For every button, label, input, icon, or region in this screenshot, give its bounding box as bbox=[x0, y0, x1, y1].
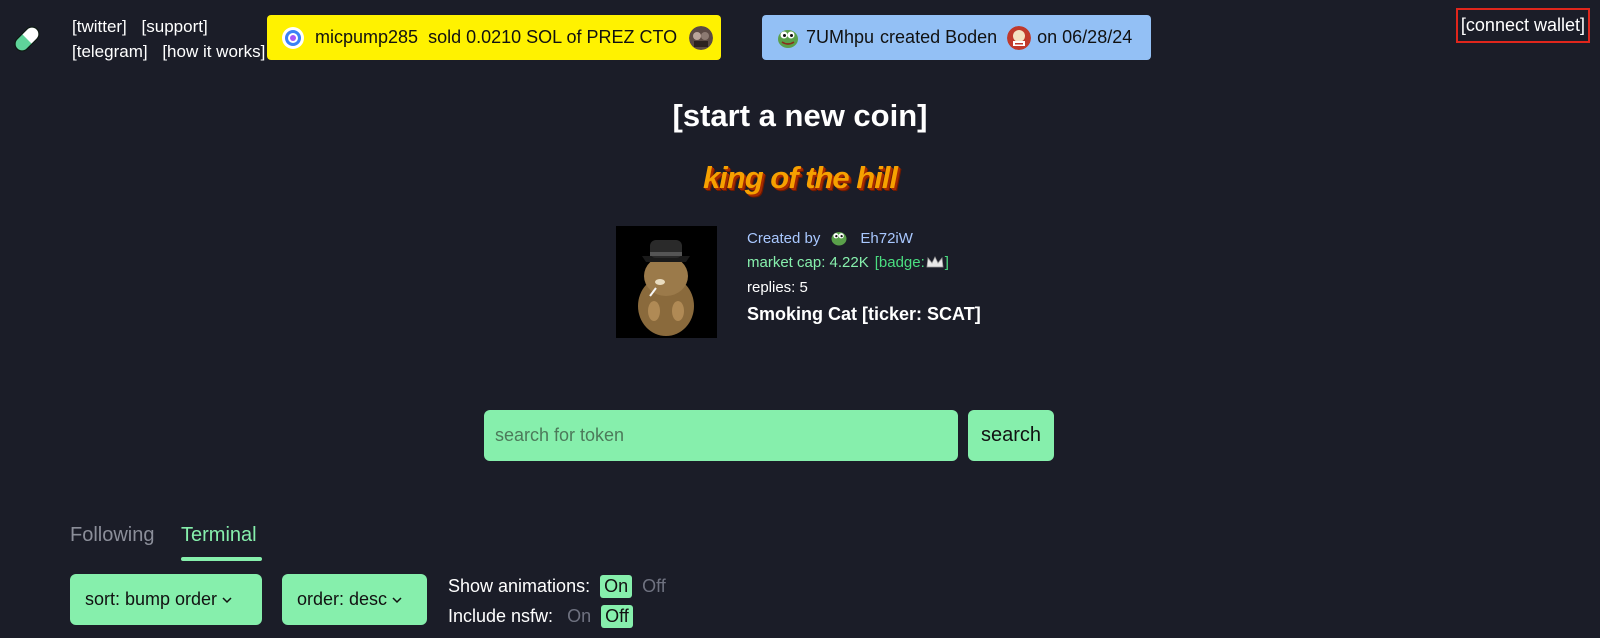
search-input[interactable] bbox=[484, 410, 958, 461]
created-by-row: Created by Eh72iW bbox=[747, 226, 981, 250]
order-select-label: order: desc bbox=[297, 589, 388, 609]
show-animations-toggle: Show animations: On Off bbox=[448, 572, 670, 600]
show-animations-off-option[interactable]: Off bbox=[638, 575, 670, 598]
coin-info: Created by Eh72iW market cap: 4.22K [bad… bbox=[747, 226, 981, 325]
sort-select-label: sort: bump order bbox=[85, 589, 218, 609]
start-new-coin-link[interactable]: [start a new coin] bbox=[0, 98, 1600, 134]
crown-badge-icon bbox=[926, 256, 944, 268]
token-image-icon bbox=[1007, 25, 1032, 50]
token-image-icon bbox=[689, 25, 714, 50]
how-it-works-link[interactable]: [how it works] bbox=[162, 42, 265, 61]
ticker-trade-action: sold 0.0210 SOL of PREZ CTO bbox=[428, 27, 678, 47]
order-select[interactable]: order: desc bbox=[282, 574, 427, 625]
chevron-down-icon bbox=[222, 596, 232, 603]
creator-link[interactable]: Eh72iW bbox=[860, 230, 913, 247]
create-ticker[interactable]: 7UMhpu created Boden on 06/28/24 bbox=[762, 15, 1151, 60]
badge: [badge: ] bbox=[875, 254, 949, 271]
market-cap: market cap: 4.22K bbox=[747, 254, 869, 271]
support-link[interactable]: [support] bbox=[142, 17, 208, 36]
page: [twitter] [support] [telegram] [how it w… bbox=[0, 0, 1600, 638]
ticker-trade-user[interactable]: micpump285 bbox=[315, 27, 418, 48]
coin-image bbox=[616, 226, 717, 338]
include-nsfw-on-option[interactable]: On bbox=[563, 605, 595, 628]
show-animations-on-option[interactable]: On bbox=[600, 574, 633, 598]
user-avatar-icon bbox=[282, 26, 304, 49]
ticker-create-date: on 06/28/24 bbox=[1037, 27, 1133, 47]
badge-end: ] bbox=[944, 254, 949, 271]
ticker-create-user[interactable]: 7UMhpu bbox=[806, 27, 874, 48]
chevron-down-icon bbox=[392, 596, 402, 603]
coin-name: Smoking Cat [ticker: SCAT] bbox=[747, 304, 981, 324]
tab-terminal[interactable]: Terminal bbox=[181, 524, 257, 547]
include-nsfw-label: Include nsfw: bbox=[448, 605, 554, 626]
telegram-link[interactable]: [telegram] bbox=[72, 42, 148, 61]
ticker-create-action: created Boden bbox=[880, 27, 998, 47]
pill-logo-icon[interactable] bbox=[10, 22, 44, 56]
replies-count: replies: 5 bbox=[747, 279, 808, 296]
nav-links: [twitter] [support] [telegram] [how it w… bbox=[72, 14, 282, 64]
include-nsfw-off-option[interactable]: Off bbox=[601, 604, 633, 628]
connect-wallet-button[interactable]: [connect wallet] bbox=[1455, 8, 1590, 43]
show-animations-label: Show animations: bbox=[448, 575, 591, 596]
king-of-the-hill-title: king of the hill bbox=[702, 160, 898, 195]
king-coin-card[interactable]: Created by Eh72iW market cap: 4.22K [bad… bbox=[616, 226, 996, 338]
trade-ticker[interactable]: micpump285 sold 0.0210 SOL of PREZ CTO bbox=[267, 15, 721, 60]
frog-avatar-icon bbox=[831, 232, 847, 246]
badge-label: [badge: bbox=[874, 254, 925, 271]
tab-following[interactable]: Following bbox=[70, 524, 154, 547]
market-cap-row: market cap: 4.22K [badge: ] bbox=[747, 250, 981, 275]
include-nsfw-toggle: Include nsfw: On Off bbox=[448, 602, 633, 630]
frog-avatar-icon bbox=[778, 29, 798, 48]
active-tab-indicator bbox=[181, 557, 262, 561]
twitter-link[interactable]: [twitter] bbox=[72, 17, 127, 36]
search-button[interactable]: search bbox=[968, 410, 1054, 461]
sort-select[interactable]: sort: bump order bbox=[70, 574, 262, 625]
created-by-label: Created by bbox=[747, 229, 821, 247]
